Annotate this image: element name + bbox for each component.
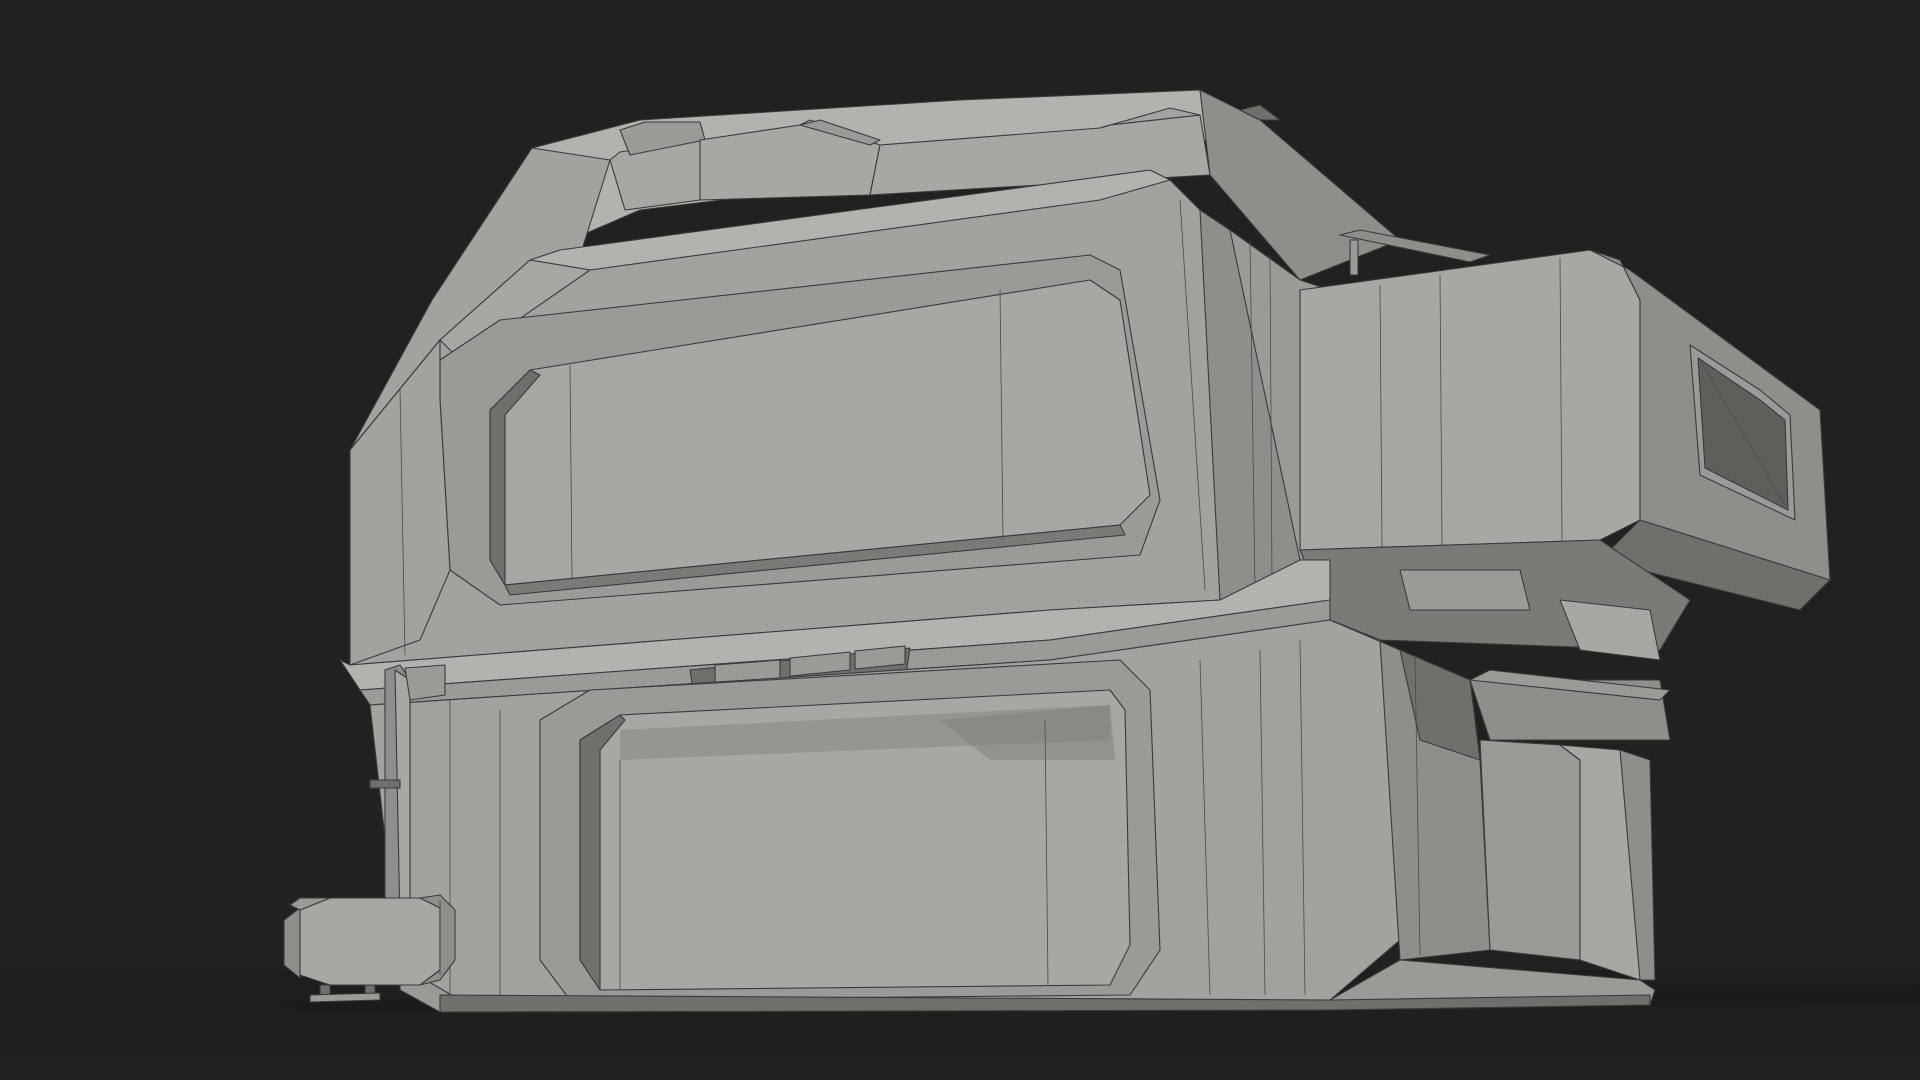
render-viewport (0, 0, 1920, 1080)
model-render (280, 89, 1920, 1013)
